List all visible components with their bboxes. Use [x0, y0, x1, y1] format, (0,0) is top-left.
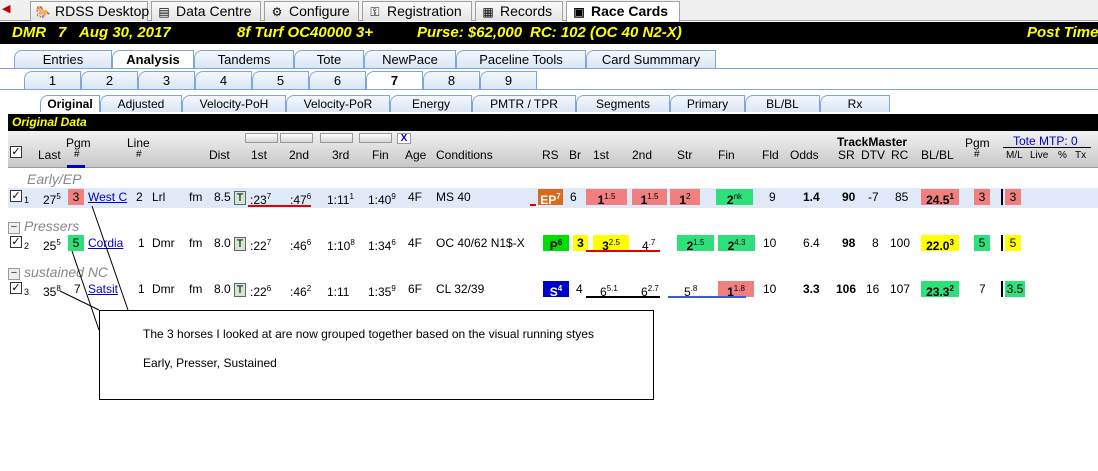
annotation-callout: The 3 horses I looked at are now grouped…: [99, 310, 654, 400]
annotation-line-2: Early, Presser, Sustained: [143, 356, 277, 370]
callout-lines: [59, 205, 129, 331]
annotation-line-1: The 3 horses I looked at are now grouped…: [143, 327, 594, 341]
